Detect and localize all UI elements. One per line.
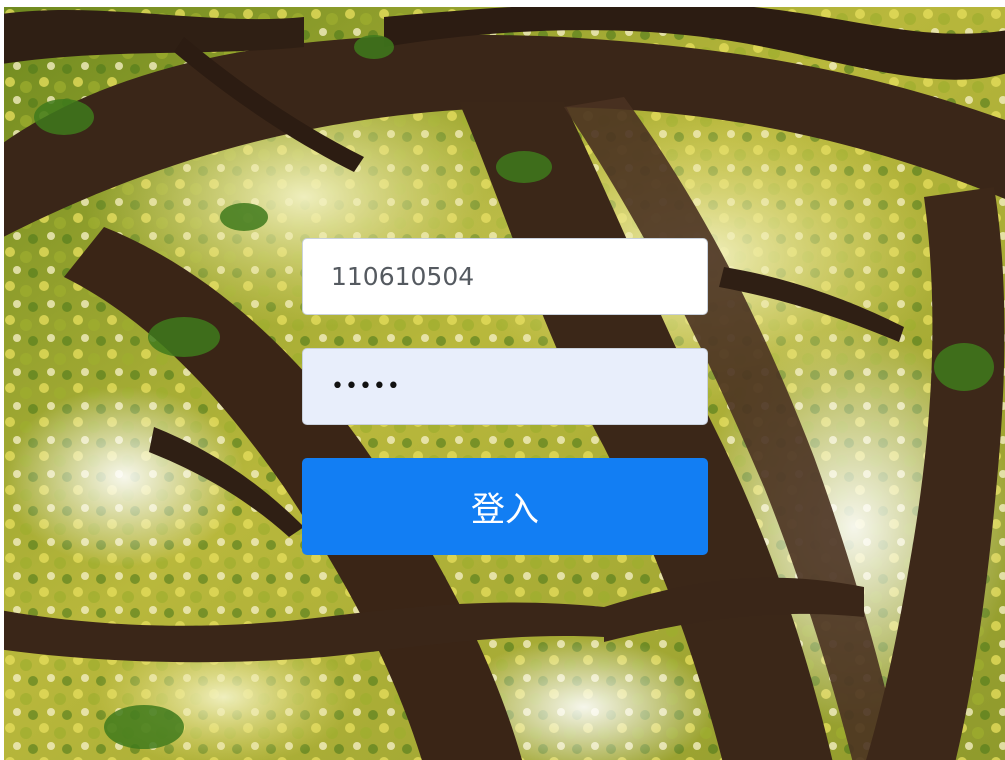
login-page: 登入 xyxy=(4,7,1005,760)
login-form: 登入 xyxy=(302,238,708,555)
password-input[interactable] xyxy=(302,348,708,425)
username-input[interactable] xyxy=(302,238,708,315)
login-button[interactable]: 登入 xyxy=(302,458,708,555)
